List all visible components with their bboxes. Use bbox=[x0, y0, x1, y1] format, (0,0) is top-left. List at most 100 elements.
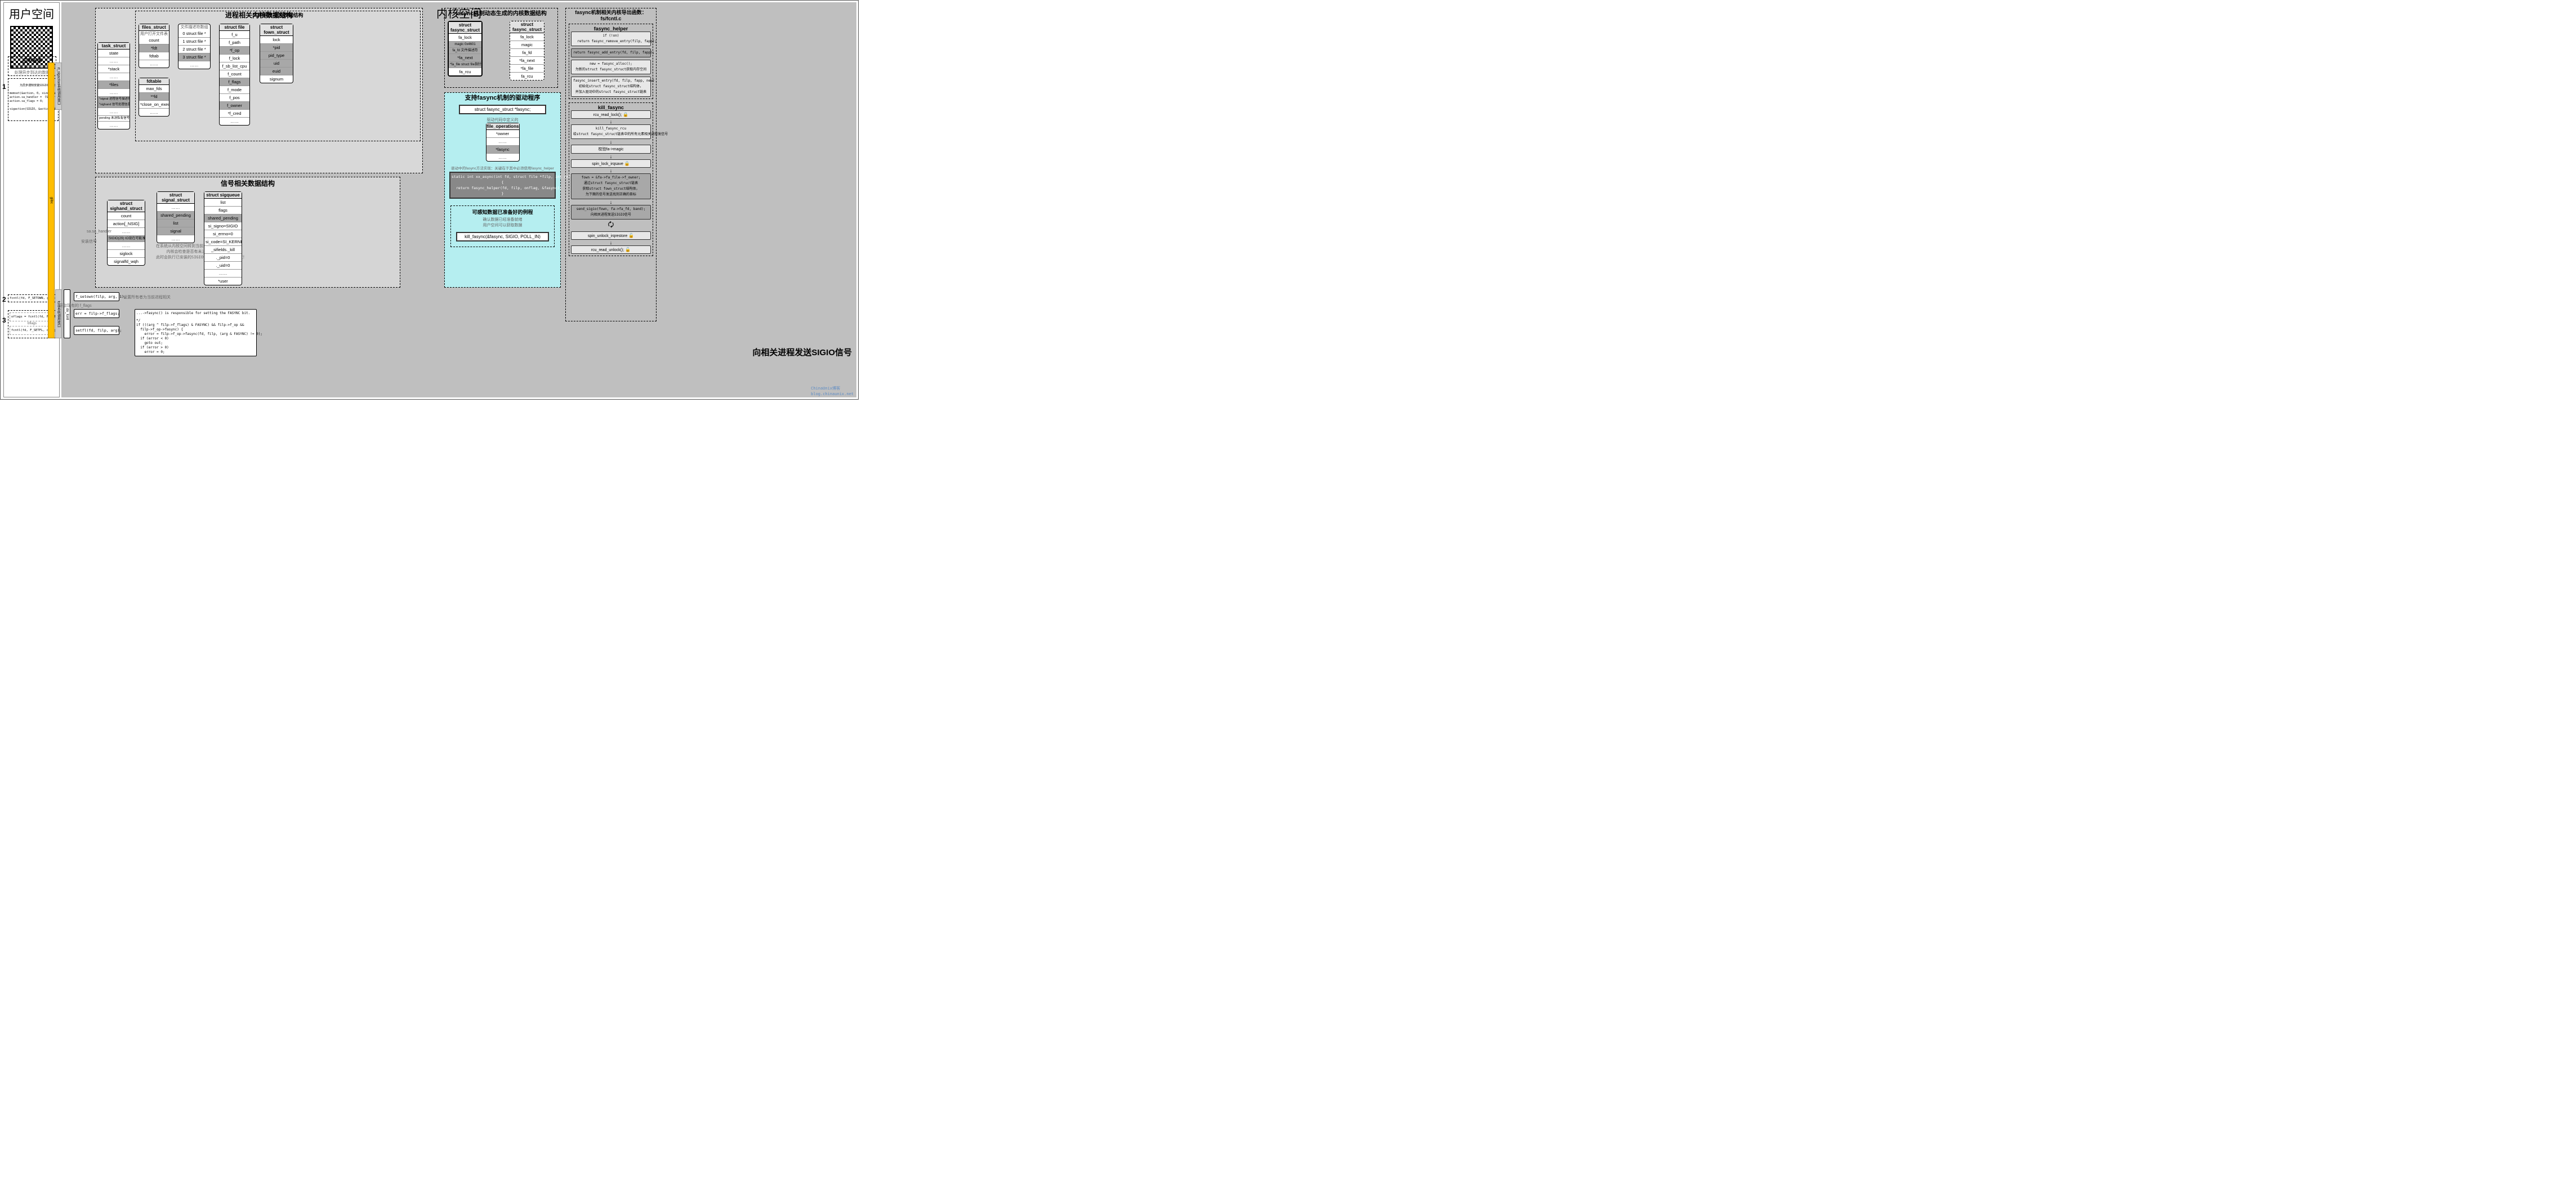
xx-async-code: static int xx_async(int fd, struct file … bbox=[449, 172, 556, 199]
row: …… bbox=[98, 122, 130, 129]
row: 0 struct file * bbox=[178, 30, 210, 38]
signal-title: 信号相关数据结构 bbox=[96, 177, 400, 189]
fdtable-hd: fdtable bbox=[139, 78, 169, 85]
signal-group: 信号相关数据结构 struct sighand_struct count act… bbox=[95, 177, 400, 288]
struct-file: struct file f_u f_path *f_op f_lock f_sb… bbox=[219, 24, 250, 126]
kill-r2: kill_fasync_rcu 给struct fasync_struct链表中… bbox=[571, 124, 651, 139]
ready-routine: 可感知数据已准备好的例程 确认数据已经准备就绪 用户空间可以获取数据 kill_… bbox=[450, 205, 555, 247]
sighand-hd: struct sighand_struct bbox=[108, 200, 145, 212]
sigaction-int-bar: rt_sigaction系统调用接口 bbox=[55, 62, 62, 110]
setown-box: f_setown(filp, arg, 1); bbox=[74, 292, 119, 301]
sync-icon: 🗘 bbox=[571, 220, 651, 231]
row: pending 未决私有信号链表 bbox=[98, 116, 130, 122]
row: *user bbox=[204, 278, 242, 285]
hd: file_operations bbox=[486, 123, 519, 130]
kill-fasync-call: kill_fasync(&fasync, SIGIO, POLL_IN) bbox=[456, 232, 549, 241]
kill-r1: rcu_read_lock(); 🔒 bbox=[571, 110, 651, 119]
row: *fa_file bbox=[510, 65, 544, 73]
row: signum bbox=[260, 75, 293, 83]
file-operations: file_operations *owner …… *fasync …… bbox=[486, 123, 520, 162]
row: f_flags bbox=[220, 78, 249, 86]
helper-box: fasync_helper if (!on) return fasync_rem… bbox=[569, 24, 653, 99]
hd: struct fasync_struct bbox=[510, 21, 544, 33]
fasync-long: ...->fasync() is responsible for setting… bbox=[135, 309, 257, 356]
row: f_path bbox=[220, 39, 249, 47]
row: shared_pending bbox=[204, 214, 242, 222]
fasync-decl: struct fasync_struct *fasync; bbox=[459, 105, 546, 114]
row: 1 struct file * bbox=[178, 38, 210, 46]
sigqueue-hd: struct sigqueue bbox=[204, 192, 242, 199]
row: SIGIO(29) IO现在可能发生 bbox=[108, 236, 145, 242]
filesystem-group: 文件系统相关数据结构 files_struct 用户打开文件表 count *f… bbox=[135, 11, 421, 141]
row: action[_NSIG] bbox=[108, 220, 145, 228]
kill-r6: send_sigio(fown, fa->fa_fd, band); 向相关进程… bbox=[571, 205, 651, 220]
row: 2 struct file * bbox=[178, 46, 210, 53]
row: **fd bbox=[139, 93, 169, 101]
fown-struct: struct fown_struct lock *pid pid_type ui… bbox=[260, 24, 293, 83]
row: state bbox=[98, 50, 130, 57]
row: *fasync bbox=[486, 146, 519, 154]
export-fn-group: fasync机制相关内核导出函数：fs/fcntl.c fasync_helpe… bbox=[565, 8, 657, 321]
setfl-box: setfl(fd, filp, arg); bbox=[74, 326, 119, 335]
row: f_lock bbox=[220, 55, 249, 62]
row: flags bbox=[204, 207, 242, 214]
fasync-long-body: */ if (((arg ^ filp->f_flags) & FASYNC) … bbox=[135, 317, 256, 356]
row: si_signo=SIGIO bbox=[204, 222, 242, 230]
row: …… bbox=[139, 60, 169, 68]
row: si_errno=0 bbox=[204, 230, 242, 238]
row: *signal 进程信号描述符指针 bbox=[98, 97, 130, 102]
helper-c1: if (!on) return fasync_remove_entry(filp… bbox=[571, 32, 651, 46]
export-title: fasync机制相关内核导出函数：fs/fcntl.c bbox=[566, 8, 656, 21]
row: *fdt bbox=[139, 44, 169, 52]
ready-sub: 确认数据已经准备就绪 用户空间可以获取数据 bbox=[453, 216, 552, 229]
row: …… bbox=[157, 204, 194, 212]
row: f_sb_list_cpu bbox=[220, 62, 249, 70]
row: *fa_next bbox=[449, 54, 481, 62]
lock-icon: 🔒 bbox=[623, 112, 628, 117]
helper-c2: return fasync_add_entry(fd, filp, fapp); bbox=[571, 48, 651, 57]
row: signal bbox=[157, 227, 194, 235]
task-hd: task_struct bbox=[98, 43, 130, 50]
row: list bbox=[157, 220, 194, 227]
row: …… bbox=[178, 61, 210, 69]
fasync-dyn-group: fasync机制动态生成的内核数据结构 struct fasync_struct… bbox=[444, 8, 558, 88]
helper-c4: fasync_insert_entry(fd, filp, fapp, new)… bbox=[571, 77, 651, 97]
row: *f_op bbox=[220, 47, 249, 55]
hd: struct fasync_struct bbox=[449, 22, 481, 34]
row: uid bbox=[260, 60, 293, 68]
row: magic bbox=[510, 41, 544, 49]
row: euid bbox=[260, 68, 293, 75]
kernel-space-panel: 内核空间 glibc rt_sigaction系统调用接口 fcntl系统调用接… bbox=[61, 2, 856, 397]
row: *owner bbox=[486, 130, 519, 138]
unlock-icon: 🔓 bbox=[625, 247, 631, 252]
fown-hd: struct fown_struct bbox=[260, 24, 293, 36]
row: fa_lock bbox=[510, 33, 544, 41]
row: f_u bbox=[220, 31, 249, 39]
row: fa_rcu bbox=[510, 73, 544, 80]
row: fa_lock bbox=[449, 34, 481, 42]
do-fcntl-bar: do_fcntl bbox=[64, 289, 70, 338]
row: signalfd_wqh bbox=[108, 258, 145, 265]
row: …… bbox=[108, 242, 145, 250]
fasync-dyn-title: fasync机制动态生成的内核数据结构 bbox=[445, 8, 557, 17]
fdtable: fdtable max_fds **fd *close_on_exec …… bbox=[139, 78, 169, 117]
row: *pid bbox=[260, 44, 293, 52]
unlock-icon: 🔓 bbox=[628, 233, 634, 238]
row: f_count bbox=[220, 70, 249, 78]
user-space-title: 用户空间 bbox=[4, 3, 59, 24]
marker-2: 2 bbox=[2, 296, 6, 303]
row: fdtab bbox=[139, 52, 169, 60]
process-group: 进程相关内核数据结构 task_struct state …… *stack …… bbox=[95, 8, 423, 173]
row: …… bbox=[98, 73, 130, 81]
row: *stack bbox=[98, 65, 130, 73]
kill-box: kill_fasync rcu_read_lock(); 🔒 ↓ kill_fa… bbox=[569, 102, 653, 256]
glibc-bar: glibc bbox=[48, 62, 55, 338]
fd-array: 文件描述符数组 0 struct file * 1 struct file * … bbox=[178, 24, 211, 69]
sigqueue: struct sigqueue list flags shared_pendin… bbox=[204, 191, 242, 285]
getfl-box: err = filp->f_flags; bbox=[74, 309, 119, 318]
kill-r3: 校验fa->magic bbox=[571, 145, 651, 154]
signal-struct: struct signal_struct …… shared_pending l… bbox=[157, 191, 195, 243]
row: ._pid=0 bbox=[204, 254, 242, 262]
row: siglock bbox=[108, 250, 145, 258]
row: pid_type bbox=[260, 52, 293, 60]
